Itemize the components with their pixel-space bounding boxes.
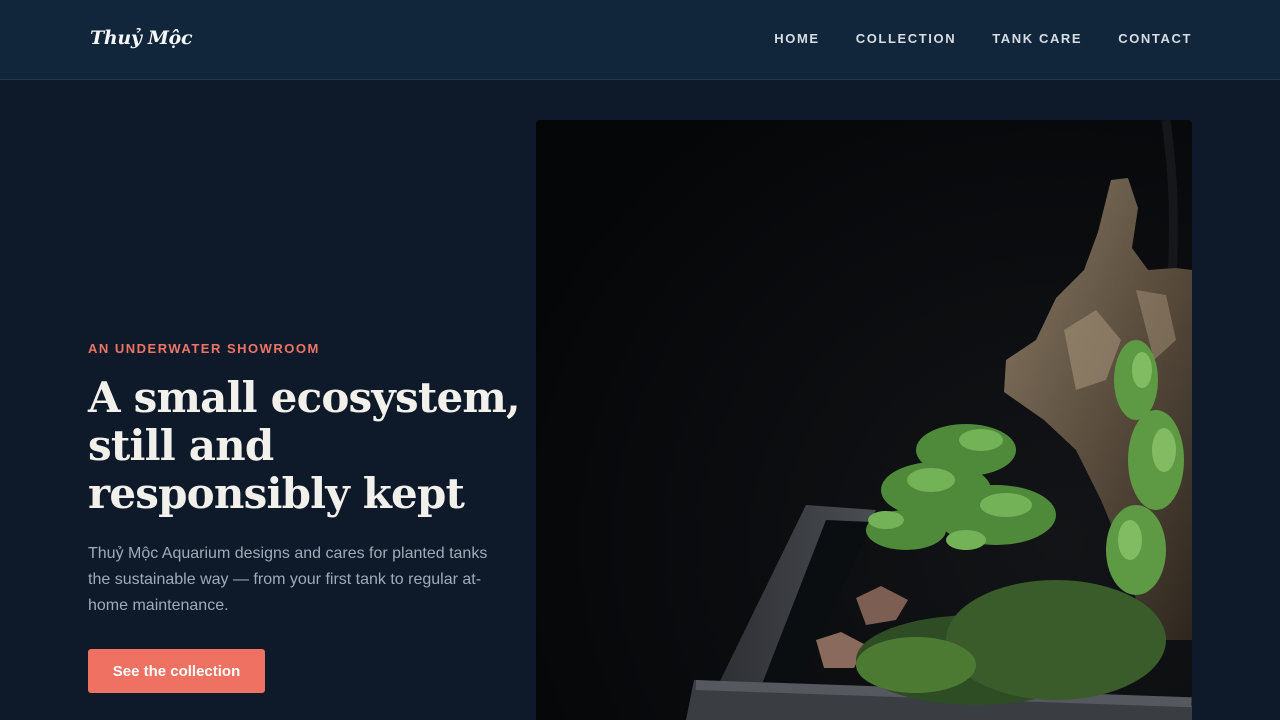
main-nav: HOME COLLECTION TANK CARE CONTACT [774,31,1192,46]
hero-description: Thuỷ Mộc Aquarium designs and cares for … [88,545,488,614]
hero-eyebrow: AN UNDERWATER SHOWROOM [88,341,320,356]
see-collection-button[interactable]: See the collection [88,649,265,693]
site-header: Thuỷ Mộc HOME COLLECTION TANK CARE CONTA… [0,0,1280,80]
site-logo[interactable]: Thuỷ Mộc [90,27,193,49]
aquascape-photo [536,120,1192,720]
nav-collection[interactable]: COLLECTION [856,31,957,46]
hero-headline: A small ecosystem, still and responsibly… [88,373,521,518]
nav-home[interactable]: HOME [774,31,819,46]
nav-tank-care[interactable]: TANK CARE [992,31,1082,46]
nav-contact[interactable]: CONTACT [1118,31,1192,46]
